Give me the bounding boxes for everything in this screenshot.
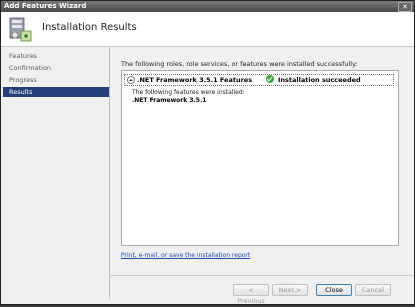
success-check-icon — [266, 75, 274, 83]
sidebar-item-confirmation[interactable]: Confirmation — [3, 63, 109, 73]
close-button[interactable]: Close — [316, 284, 352, 296]
sidebar-item-results[interactable]: Results — [3, 87, 109, 97]
sidebar-item-progress[interactable]: Progress — [3, 75, 109, 85]
title-bar: Add Features Wizard ✕ — [1, 1, 414, 12]
result-row[interactable]: .NET Framework 3.5.1 Features Installati… — [124, 74, 394, 86]
report-link[interactable]: Print, e-mail, or save the installation … — [121, 252, 250, 259]
next-button[interactable]: Next > — [272, 284, 308, 296]
install-status: Installation succeeded — [278, 76, 361, 84]
results-panel: .NET Framework 3.5.1 Features Installati… — [121, 70, 399, 246]
server-features-icon — [9, 17, 32, 42]
feature-name: .NET Framework 3.5.1 Features — [137, 76, 253, 84]
detail-feature: .NET Framework 3.5.1 — [132, 97, 207, 104]
page-title: Installation Results — [42, 22, 137, 33]
detail-intro: The following features were installed: — [132, 89, 245, 96]
previous-button[interactable]: < Previous — [233, 284, 269, 305]
wizard-steps-sidebar: Features Confirmation Progress Results — [3, 47, 110, 299]
collapse-icon[interactable] — [127, 76, 135, 84]
results-description: The following roles, role services, or f… — [121, 60, 358, 68]
footer-divider — [109, 275, 414, 276]
wizard-header: Installation Results — [1, 12, 414, 47]
close-window-icon[interactable]: ✕ — [398, 2, 412, 12]
sidebar-item-features[interactable]: Features — [3, 51, 109, 61]
wizard-window: Add Features Wizard ✕ Installation Resul… — [0, 0, 415, 305]
cancel-button[interactable]: Cancel — [355, 284, 391, 296]
window-title: Add Features Wizard — [4, 2, 87, 10]
